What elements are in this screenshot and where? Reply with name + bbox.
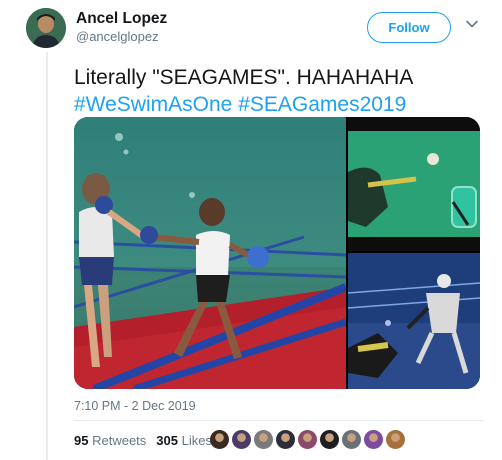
retweets-count: 95 bbox=[74, 433, 89, 448]
divider bbox=[74, 420, 484, 421]
hashtag-row: #WeSwimAsOne #SEAGames2019 bbox=[74, 91, 484, 118]
user-handle[interactable]: @ancelglopez bbox=[76, 29, 159, 44]
media-photo-bottom-right[interactable] bbox=[348, 253, 480, 389]
liker-avatar[interactable] bbox=[320, 430, 339, 449]
display-name[interactable]: Ancel Lopez bbox=[76, 10, 167, 28]
retweets-stat[interactable]: 95 Retweets bbox=[74, 433, 146, 448]
engagement-stats: 95 Retweets 305 Likes bbox=[74, 433, 212, 448]
liker-avatar[interactable] bbox=[364, 430, 383, 449]
hashtag-link[interactable]: #WeSwimAsOne bbox=[74, 93, 232, 116]
liker-avatar[interactable] bbox=[254, 430, 273, 449]
media-photo-main[interactable] bbox=[74, 117, 346, 389]
tweet-timestamp[interactable]: 7:10 PM - 2 Dec 2019 bbox=[74, 399, 196, 413]
media-grid bbox=[74, 117, 480, 389]
avatar[interactable] bbox=[26, 8, 66, 48]
tweet-body: Literally "SEAGAMES". HAHAHAHA bbox=[74, 66, 414, 89]
liker-avatar[interactable] bbox=[298, 430, 317, 449]
avatar-photo-icon bbox=[26, 8, 66, 48]
retweets-label: Retweets bbox=[92, 433, 147, 448]
hashtag-link[interactable]: #SEAGames2019 bbox=[238, 93, 406, 116]
liker-avatar[interactable] bbox=[232, 430, 251, 449]
likes-label: Likes bbox=[181, 433, 212, 448]
liker-avatar[interactable] bbox=[342, 430, 361, 449]
thread-line bbox=[46, 52, 48, 460]
likes-stat[interactable]: 305 Likes bbox=[156, 433, 212, 448]
liker-avatar[interactable] bbox=[210, 430, 229, 449]
follow-button[interactable]: Follow bbox=[367, 12, 451, 43]
liker-avatar[interactable] bbox=[276, 430, 295, 449]
chevron-down-icon[interactable] bbox=[464, 16, 480, 32]
liker-avatar[interactable] bbox=[386, 430, 405, 449]
likes-count: 305 bbox=[156, 433, 178, 448]
media-photo-top-right[interactable] bbox=[348, 117, 480, 251]
liker-avatars bbox=[210, 430, 405, 449]
tweet-text: Literally "SEAGAMES". HAHAHAHA #WeSwimAs… bbox=[74, 64, 484, 118]
